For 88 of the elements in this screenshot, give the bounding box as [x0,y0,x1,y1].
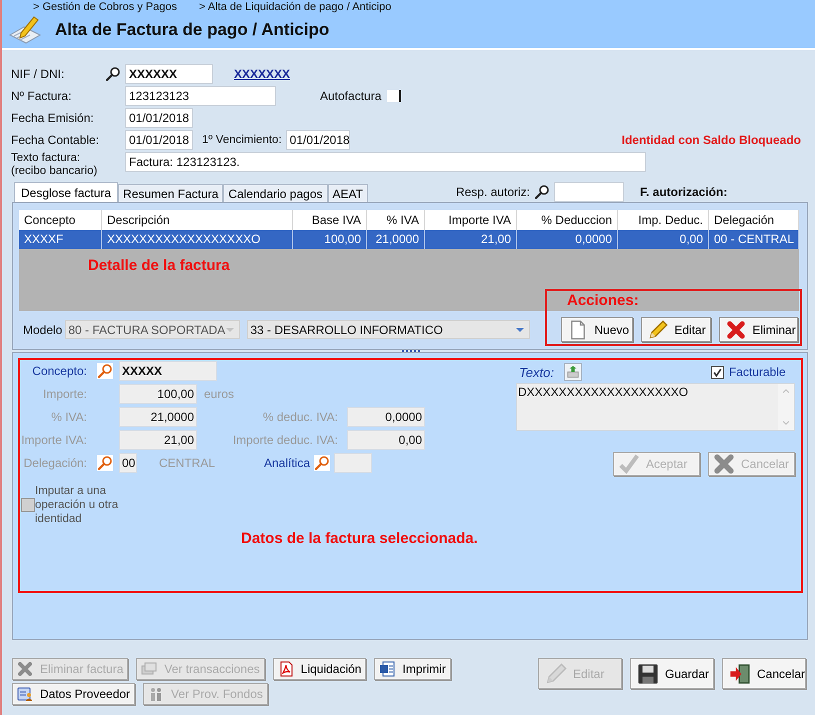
pencil-icon [545,662,567,684]
annotation-text: Datos de la factura seleccionada. [241,530,479,547]
date-field[interactable]: 01/01/2018 [125,130,193,150]
field-label: Fecha Contable: [11,133,100,147]
self-invoice-checkbox[interactable] [387,90,402,102]
impute-checkbox[interactable] [21,498,35,512]
breadcrumb-link[interactable]: > Gestión de Cobros y Pagos [33,0,177,15]
field-hint: (recibo bancario) [11,165,98,178]
table-cell: 00 - CENTRAL [709,230,799,249]
table-cell: 21,00 [425,230,517,249]
annotation-text: Acciones: [567,292,639,309]
toolbar-button[interactable]: Datos Proveedor [12,683,136,705]
field-label: Importe IVA: [21,433,87,447]
checkbox-label: Imputar a una operación u otra identidad [35,484,119,526]
unit-label: euros [204,387,234,401]
analytics-label[interactable]: Analítica [264,456,310,470]
breadcrumb-link[interactable]: > Alta de Liquidación de pago / Anticipo [199,0,392,15]
exit-door-icon [729,662,751,684]
pdf-file-icon [278,661,294,677]
field-label: % deduc. IVA: [262,410,338,424]
window-title: Alta de Factura de pago / Anticipo [55,20,330,40]
text-area[interactable]: DXXXXXXXXXXXXXXXXXXXO [516,383,795,431]
analytics-field[interactable] [334,453,372,473]
field-label: Importe deduc. IVA: [232,433,338,447]
pencil-icon [648,320,668,340]
table-cell: 0,00 [618,230,709,249]
field-label: Modelo [23,322,62,336]
supplier-name-link[interactable]: XXXXXXX [234,67,290,81]
cross-icon [726,320,746,340]
dropdown-arrow-icon [225,326,236,332]
tab[interactable]: Resumen Factura [118,184,224,202]
toolbar-button[interactable]: Cancelar [722,658,806,689]
field-label: Texto factura: [11,152,82,165]
billable-checkbox[interactable] [710,366,724,378]
field-label: Importe: [42,387,87,401]
search-icon[interactable] [534,184,550,200]
field-label: Resp. autoriz: [456,185,530,199]
field-label: Delegación: [22,456,87,470]
table-cell: XXXXXXXXXXXXXXXXXXO [102,230,293,249]
toolbar-button[interactable]: Guardar [630,658,714,689]
tab[interactable]: Calendario pagos [223,184,328,202]
nif-field[interactable]: XXXXXX [125,64,213,84]
notepad-pencil-icon [8,15,42,45]
field-label: 1º Vencimiento: [202,134,282,146]
tab[interactable]: AEAT [328,184,368,202]
toolbar-button[interactable]: Imprimir [374,658,451,680]
field-label: F. autorización: [640,185,728,199]
check-icon [618,453,640,475]
field-label: Autofactura [320,89,382,103]
cross-icon [713,453,735,475]
field-label: NIF / DNI: [11,67,66,81]
concept-field[interactable]: XXXXX [119,361,217,381]
field-label: Nº Factura: [11,89,72,103]
table-cell: XXXXF [19,230,102,249]
annotation-text: Detalle de la factura [88,257,230,274]
tab[interactable]: Desglose factura [14,182,118,202]
table-cell: 0,0000 [517,230,618,249]
delegation-name: CENTRAL [158,456,216,470]
scrollbar[interactable] [778,384,794,430]
field-label: Fecha Emisión: [11,111,95,125]
action-button[interactable]: Eliminar [719,317,798,342]
import-text-button[interactable] [564,363,582,381]
authorizer-field[interactable] [554,182,624,202]
toolbar-button[interactable]: Liquidación [272,658,366,680]
date-field[interactable]: 01/01/2018 [125,108,193,128]
search-icon[interactable] [105,66,121,82]
table-cell: 21,0000 [367,230,425,249]
table-cell: 100,00 [293,230,367,249]
cross-icon [17,661,33,677]
invoice-text-field[interactable]: Factura: 123123123. [125,152,646,172]
text-area-value: DXXXXXXXXXXXXXXXXXXXO [517,384,690,401]
splitter-handle[interactable] [402,350,420,352]
action-button[interactable]: Editar [641,317,712,342]
text-document-icon [379,661,396,677]
cards-icon [141,661,158,677]
checkbox-label: Facturable [728,365,786,379]
import-icon [566,365,580,379]
field-label: % IVA: [50,410,87,424]
alert-text: Identidad con Saldo Bloqueado [622,133,801,147]
field-label: Concepto: [31,364,87,378]
dropdown-arrow-icon [515,326,526,332]
invoice-number-field[interactable]: 123123123 [125,86,276,106]
action-button[interactable]: Nuevo [561,317,634,342]
table-row[interactable]: XXXXF XXXXXXXXXXXXXXXXXXO 100,00 21,0000 21,00 0,0000 0,00 00 - CENTRAL [19,230,799,249]
field-label: Texto: [519,364,554,380]
contact-card-icon [17,686,33,702]
department-dropdown[interactable]: 33 - DESARROLLO INFORMATICO [247,320,530,339]
date-field[interactable]: 01/01/2018 [286,130,350,150]
